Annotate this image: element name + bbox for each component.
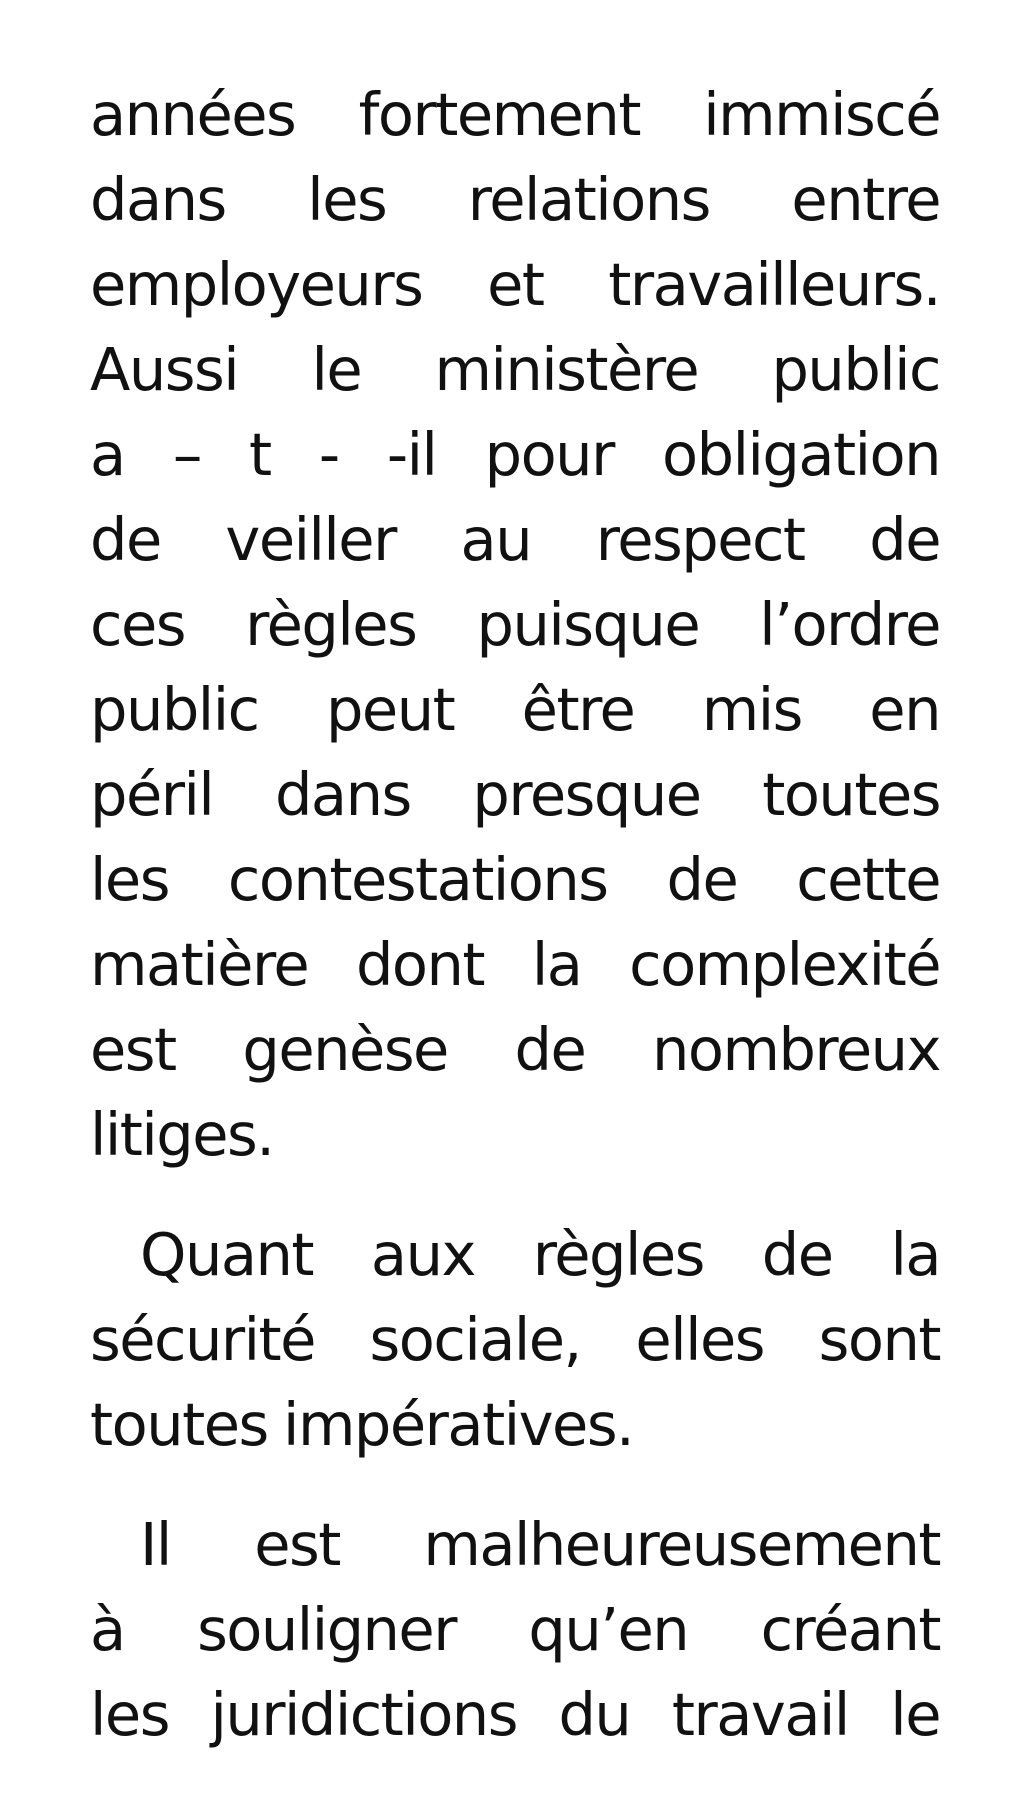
text-line: litiges. [90, 1100, 275, 1169]
text-line: sécurité sociale, elles sont [90, 1305, 942, 1374]
text-line: ces règles puisque l’ordre [90, 590, 942, 659]
text-line: les contestations de cette [90, 845, 942, 914]
text-line: matière dont la complexité [90, 930, 942, 999]
paragraph-securite-sociale: Quant aux règles de la sécurité sociale,… [90, 1212, 942, 1467]
text-line: Quant aux règles de la [140, 1220, 942, 1289]
text-line: Il est malheureusement [140, 1510, 942, 1579]
text-line: dans les relations entre [90, 165, 942, 234]
paragraph-ministere-public: années fortement immiscé dans les relati… [90, 72, 942, 1177]
text-line: de veiller au respect de [90, 505, 942, 574]
text-line: a – t - -il pour obligation [90, 420, 942, 489]
text-line: les juridictions du travail le [90, 1680, 942, 1749]
text-line: toutes impératives. [90, 1390, 635, 1459]
text-line: est genèse de nombreux [90, 1015, 942, 1084]
text-line: années fortement immiscé [90, 80, 942, 149]
text-line: péril dans presque toutes [90, 760, 942, 829]
text-line: à souligner qu’en créant [90, 1595, 942, 1664]
text-line: employeurs et travailleurs. [90, 250, 942, 319]
document-page: années fortement immiscé dans les relati… [90, 72, 942, 1757]
paragraph-juridictions: Il est malheureusement à souligner qu’en… [90, 1502, 942, 1757]
text-line: public peut être mis en [90, 675, 942, 744]
text-line: Aussi le ministère public [90, 335, 942, 404]
